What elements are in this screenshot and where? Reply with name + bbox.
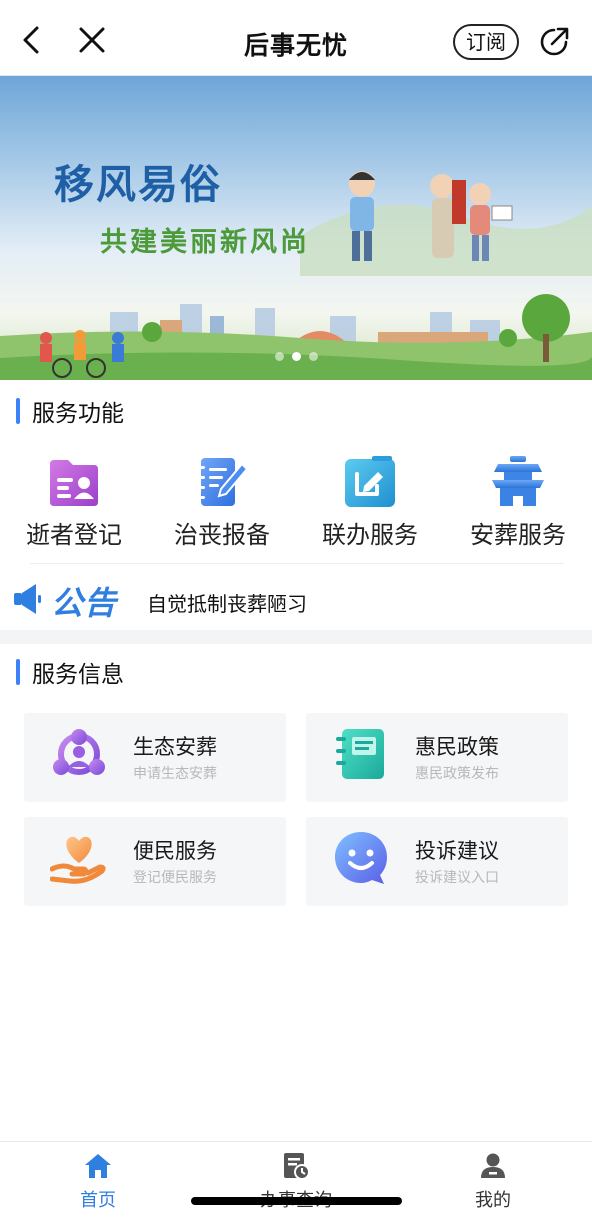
service-label: 治丧报备: [174, 521, 270, 549]
carousel-dot[interactable]: [308, 352, 318, 361]
document-clock-icon: [282, 1152, 310, 1180]
top-nav-bar: 后事无忧 订阅: [0, 0, 592, 76]
divider: [30, 563, 564, 564]
home-indicator[interactable]: [191, 1197, 402, 1205]
banner-subtitle: 共建美丽新风尚: [100, 227, 310, 258]
tab-home[interactable]: 首页: [38, 1142, 158, 1217]
tab-label: 首页: [80, 1190, 116, 1211]
service-joint-handling[interactable]: 联办服务: [296, 448, 444, 558]
heading-accent-bar: [16, 398, 20, 424]
bottom-tab-bar: 首页 办事查询 我的: [0, 1141, 592, 1217]
id-card-icon: [46, 454, 102, 510]
subscribe-button[interactable]: 订阅: [453, 24, 519, 60]
card-benefit-policy[interactable]: 惠民政策 惠民政策发布: [306, 713, 568, 802]
card-convenience-service[interactable]: 便民服务 登记便民服务: [24, 817, 286, 906]
notice-tag: 公告: [51, 584, 118, 622]
tab-label: 我的: [475, 1190, 511, 1211]
services-section-heading: 服务功能: [16, 394, 124, 428]
share-icon[interactable]: [536, 24, 572, 60]
service-deceased-registration[interactable]: 逝者登记: [0, 448, 148, 558]
tab-mine[interactable]: 我的: [433, 1142, 553, 1217]
notice-bar[interactable]: 公告 自觉抵制丧葬陋习: [14, 574, 574, 624]
card-eco-burial[interactable]: 生态安葬 申请生态安葬: [24, 713, 286, 802]
heading-accent-bar: [16, 659, 20, 685]
services-grid: 逝者登记 治丧报备 联办服务 安葬服务: [0, 448, 592, 558]
edit-square-icon: [342, 454, 398, 510]
card-title: 惠民政策: [415, 735, 499, 759]
service-funeral-report[interactable]: 治丧报备: [148, 448, 296, 558]
card-subtitle: 申请生态安葬: [133, 766, 217, 782]
smile-chat-icon: [332, 829, 390, 887]
service-burial[interactable]: 安葬服务: [444, 448, 592, 558]
user-icon: [479, 1152, 507, 1180]
card-complaint-suggestion[interactable]: 投诉建议 投诉建议入口: [306, 817, 568, 906]
heart-hand-icon: [49, 829, 108, 887]
notebook-icon: [332, 725, 390, 783]
services-heading-text: 服务功能: [32, 401, 124, 427]
service-label: 联办服务: [322, 521, 418, 549]
carousel-dot[interactable]: [274, 352, 284, 361]
home-icon: [84, 1152, 112, 1180]
banner-carousel[interactable]: 移风易俗 共建美丽新风尚: [0, 76, 592, 380]
info-heading-text: 服务信息: [32, 662, 124, 688]
carousel-dot-active[interactable]: [291, 352, 301, 361]
info-section-heading: 服务信息: [16, 655, 124, 689]
notebook-pen-icon: [194, 454, 250, 510]
card-subtitle: 登记便民服务: [133, 870, 217, 886]
section-separator: [0, 630, 592, 644]
banner-title: 移风易俗: [54, 162, 222, 208]
card-subtitle: 投诉建议入口: [415, 870, 499, 886]
pavilion-icon: [490, 454, 546, 510]
card-title: 生态安葬: [133, 735, 217, 759]
megaphone-icon: [14, 582, 42, 616]
people-network-icon: [50, 725, 108, 783]
tab-query[interactable]: 办事查询: [236, 1142, 356, 1217]
notice-text[interactable]: 自觉抵制丧葬陋习: [147, 588, 307, 617]
carousel-dots: [0, 352, 592, 361]
card-subtitle: 惠民政策发布: [415, 766, 499, 782]
service-label: 安葬服务: [470, 521, 566, 549]
service-label: 逝者登记: [26, 521, 122, 549]
card-title: 便民服务: [133, 839, 217, 863]
card-title: 投诉建议: [415, 839, 499, 863]
